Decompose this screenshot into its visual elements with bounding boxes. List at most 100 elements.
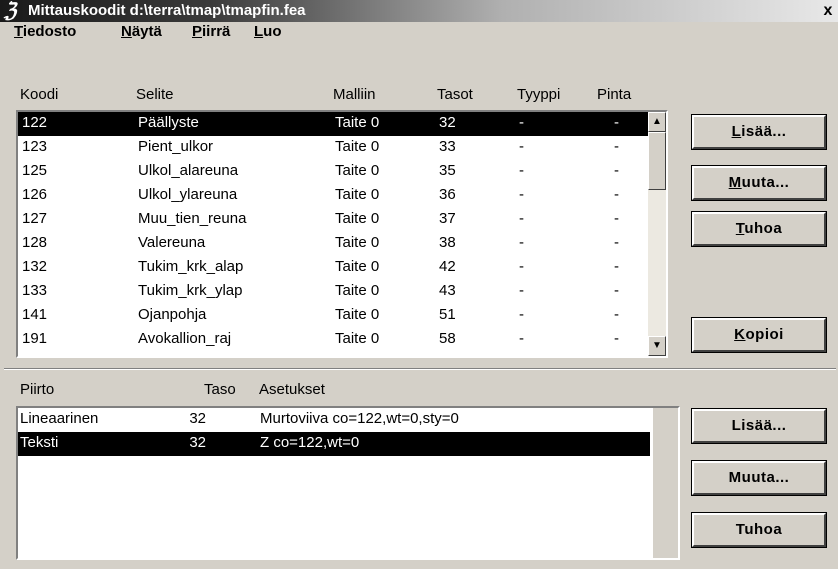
button-label: uuta... xyxy=(741,174,790,191)
cell-taso: 32 xyxy=(189,434,206,451)
table-row[interactable]: 125 Ulkol_alareuna Taite 0 35 - - xyxy=(18,160,648,184)
menu-accel: T xyxy=(14,23,23,40)
cell-malliin: Taite 0 xyxy=(335,138,380,155)
table-row[interactable]: 133 Tukim_krk_ylap Taite 0 43 - - xyxy=(18,280,648,304)
button-accel: K xyxy=(734,326,746,343)
delete-code-button[interactable]: Tuhoa xyxy=(691,211,827,247)
cell-malliin: Taite 0 xyxy=(335,234,380,251)
scroll-up-icon[interactable]: ▲ xyxy=(648,112,666,132)
copy-code-button[interactable]: Kopioi xyxy=(691,317,827,353)
add-code-button[interactable]: Lisää... xyxy=(691,114,827,150)
table-row[interactable]: 132 Tukim_krk_alap Taite 0 42 - - xyxy=(18,256,648,280)
cell-tyyppi: - xyxy=(519,306,524,323)
drawing-scrollbar-area xyxy=(652,408,678,558)
cell-koodi: 122 xyxy=(22,114,48,131)
cell-selite: Avokallion_raj xyxy=(138,330,232,347)
cell-tasot: 58 xyxy=(439,330,456,347)
table-row[interactable]: 122 Päällyste Taite 0 32 - - xyxy=(18,112,648,136)
scroll-thumb[interactable] xyxy=(648,132,666,190)
menu-luo[interactable]: Luo xyxy=(254,22,282,42)
cell-malliin: Taite 0 xyxy=(335,186,380,203)
cell-tyyppi: - xyxy=(519,138,524,155)
codes-list[interactable]: 122 Päällyste Taite 0 32 - - 123 Pient_ulkor Tai… xyxy=(16,110,668,358)
cell-tasot: 38 xyxy=(439,234,456,251)
section-divider xyxy=(4,368,836,370)
drawing-list[interactable]: Lineaarinen 32 Murtoviiva co=122,wt=0,sty=… xyxy=(16,406,680,560)
menu-nayta[interactable]: Näytä xyxy=(121,22,162,42)
cell-malliin: Taite 0 xyxy=(335,282,380,299)
menu-tiedosto[interactable]: Tiedosto xyxy=(14,22,76,42)
header-pinta[interactable]: Pinta xyxy=(597,86,631,103)
header-selite[interactable]: Selite xyxy=(136,86,174,103)
cell-pinta: - xyxy=(614,282,619,299)
cell-tyyppi: - xyxy=(519,258,524,275)
app-logo-icon[interactable]: ℨ xyxy=(4,1,24,21)
window-title: Mittauskoodit d:\terra\tmap\tmapfin.fea xyxy=(28,2,306,19)
table-row[interactable]: 141 Ojanpohja Taite 0 51 - - xyxy=(18,304,648,328)
header-koodi[interactable]: Koodi xyxy=(20,86,58,103)
menu-label: äytä xyxy=(131,23,162,40)
list-item[interactable]: Teksti 32 Z co=122,wt=0 xyxy=(18,432,650,456)
cell-pinta: - xyxy=(614,258,619,275)
header-asetukset[interactable]: Asetukset xyxy=(259,381,325,398)
scroll-down-icon[interactable]: ▼ xyxy=(648,336,666,356)
button-label: uhoa xyxy=(744,220,783,237)
table-row[interactable]: 123 Pient_ulkor Taite 0 33 - - xyxy=(18,136,648,160)
cell-tyyppi: - xyxy=(519,186,524,203)
cell-malliin: Taite 0 xyxy=(335,162,380,179)
menu-accel: L xyxy=(254,23,264,40)
header-malliin[interactable]: Malliin xyxy=(333,86,376,103)
title-bar: ℨ Mittauskoodit d:\terra\tmap\tmapfin.fe… xyxy=(0,0,838,22)
header-tasot[interactable]: Tasot xyxy=(437,86,473,103)
table-row[interactable]: 127 Muu_tien_reuna Taite 0 37 - - xyxy=(18,208,648,232)
header-taso[interactable]: Taso xyxy=(204,381,236,398)
table-row[interactable]: 128 Valereuna Taite 0 38 - - xyxy=(18,232,648,256)
table-row[interactable]: 126 Ulkol_ylareuna Taite 0 36 - - xyxy=(18,184,648,208)
cell-asetukset: Z co=122,wt=0 xyxy=(260,434,360,451)
button-accel: L xyxy=(731,123,742,140)
cell-selite: Ulkol_alareuna xyxy=(138,162,239,179)
cell-koodi: 132 xyxy=(22,258,48,275)
header-piirto[interactable]: Piirto xyxy=(20,381,54,398)
cell-selite: Valereuna xyxy=(138,234,206,251)
cell-koodi: 191 xyxy=(22,330,48,347)
cell-tasot: 43 xyxy=(439,282,456,299)
cell-tyyppi: - xyxy=(519,114,524,131)
edit-drawing-button[interactable]: Muuta... xyxy=(691,460,827,496)
cell-selite: Ojanpohja xyxy=(138,306,207,323)
list-item[interactable]: Lineaarinen 32 Murtoviiva co=122,wt=0,sty=… xyxy=(18,408,650,432)
cell-koodi: 127 xyxy=(22,210,48,227)
cell-koodi: 126 xyxy=(22,186,48,203)
close-icon[interactable]: x xyxy=(818,1,838,21)
cell-pinta: - xyxy=(614,306,619,323)
header-tyyppi[interactable]: Tyyppi xyxy=(517,86,560,103)
cell-tasot: 51 xyxy=(439,306,456,323)
delete-drawing-button[interactable]: Tuhoa xyxy=(691,512,827,548)
cell-koodi: 123 xyxy=(22,138,48,155)
cell-koodi: 128 xyxy=(22,234,48,251)
cell-pinta: - xyxy=(614,138,619,155)
cell-asetukset: Murtoviiva co=122,wt=0,sty=0 xyxy=(260,410,459,427)
cell-koodi: 141 xyxy=(22,306,48,323)
cell-selite: Pient_ulkor xyxy=(138,138,214,155)
cell-pinta: - xyxy=(614,114,619,131)
table-row[interactable]: 191 Avokallion_raj Taite 0 58 - - xyxy=(18,328,648,352)
cell-tyyppi: - xyxy=(519,162,524,179)
cell-tasot: 36 xyxy=(439,186,456,203)
cell-selite: Muu_tien_reuna xyxy=(138,210,247,227)
edit-code-button[interactable]: Muuta... xyxy=(691,165,827,201)
cell-tyyppi: - xyxy=(519,234,524,251)
cell-taso: 32 xyxy=(189,410,206,427)
add-drawing-button[interactable]: Lisää... xyxy=(691,408,827,444)
cell-malliin: Taite 0 xyxy=(335,258,380,275)
button-label: isää... xyxy=(741,123,787,140)
codes-scrollbar[interactable]: ▲ ▼ xyxy=(648,112,666,356)
menu-label: iedosto xyxy=(22,23,77,40)
cell-koodi: 133 xyxy=(22,282,48,299)
cell-tasot: 33 xyxy=(439,138,456,155)
menu-accel: P xyxy=(192,23,203,40)
cell-tasot: 37 xyxy=(439,210,456,227)
cell-pinta: - xyxy=(614,186,619,203)
cell-tasot: 35 xyxy=(439,162,456,179)
menu-piirra[interactable]: Piirrä xyxy=(192,22,230,42)
